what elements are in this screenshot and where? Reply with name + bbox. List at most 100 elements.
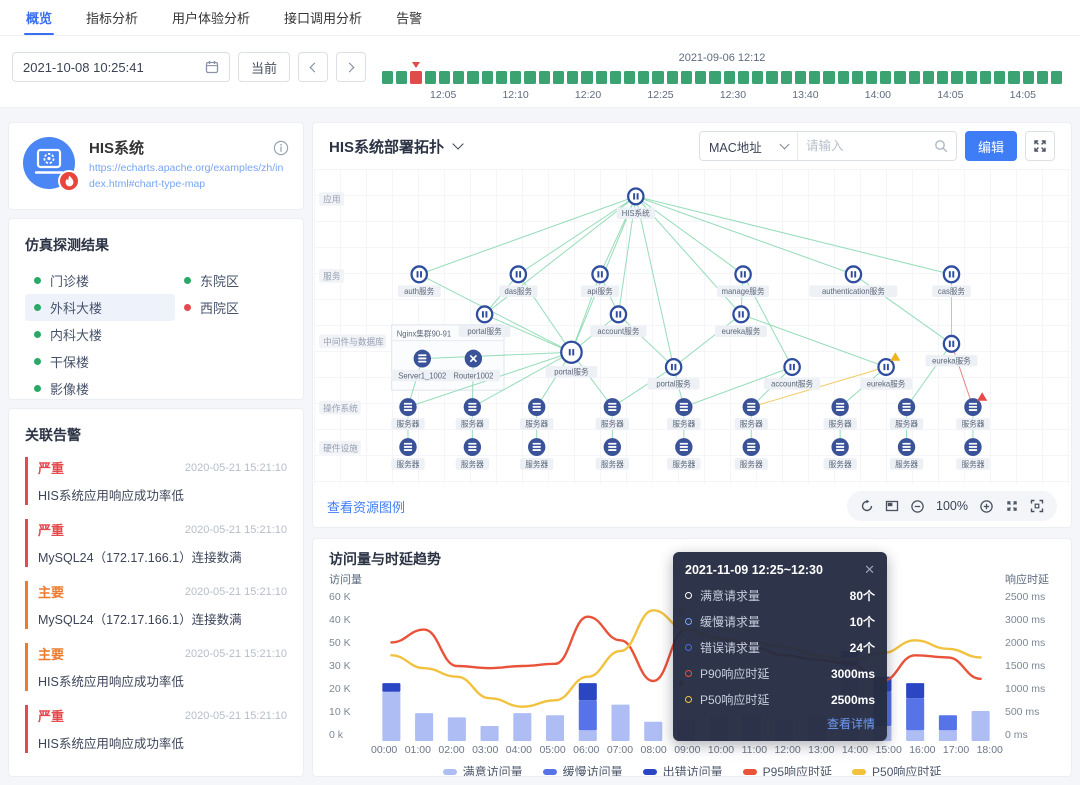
- topology-node[interactable]: 服务器: [823, 438, 856, 470]
- topology-node[interactable]: HIS系统: [617, 188, 655, 219]
- search-input[interactable]: [806, 139, 928, 153]
- topology-node[interactable]: 服务器: [735, 398, 768, 430]
- fullscreen-button[interactable]: [1025, 131, 1055, 161]
- topology-node[interactable]: 服务器: [391, 438, 424, 470]
- timeline-block[interactable]: [410, 71, 421, 84]
- next-button[interactable]: [336, 52, 366, 82]
- timeline-block[interactable]: [852, 71, 863, 84]
- timeline-block[interactable]: [581, 71, 592, 84]
- timeline-block[interactable]: [781, 71, 792, 84]
- legend-item[interactable]: P50响应时延: [852, 763, 941, 777]
- topology-node[interactable]: 服务器: [456, 438, 489, 470]
- topology-node[interactable]: authentication服务: [809, 266, 897, 297]
- simulation-item[interactable]: 外科大楼: [25, 294, 175, 321]
- topology-node[interactable]: api服务: [581, 266, 619, 297]
- tab-item[interactable]: 指标分析: [86, 0, 138, 35]
- tab-item[interactable]: 接口调用分析: [284, 0, 362, 35]
- alert-item[interactable]: 严重2020-05-21 15:21:10MySQL24（172.17.166.…: [25, 519, 287, 567]
- timeline-block[interactable]: [652, 71, 663, 84]
- topology-node[interactable]: 服务器: [456, 398, 489, 430]
- timeline-block[interactable]: [838, 71, 849, 84]
- timeline-block[interactable]: [752, 71, 763, 84]
- timeline-block[interactable]: [482, 71, 493, 84]
- zoom-out-icon[interactable]: [910, 499, 925, 514]
- topology-node[interactable]: 服务器: [956, 438, 989, 470]
- timeline-block[interactable]: [894, 71, 905, 84]
- topology-node[interactable]: portal服务: [648, 359, 700, 390]
- simulation-item[interactable]: 影像楼: [25, 375, 175, 402]
- topology-node[interactable]: 服务器: [667, 438, 700, 470]
- timeline-block[interactable]: [809, 71, 820, 84]
- timeline-block[interactable]: [724, 71, 735, 84]
- timeline-block[interactable]: [382, 71, 393, 84]
- expand-icon[interactable]: [1005, 499, 1019, 513]
- timeline-block[interactable]: [795, 71, 806, 84]
- timeline-block[interactable]: [596, 71, 607, 84]
- edit-button[interactable]: 编辑: [965, 131, 1017, 161]
- refresh-icon[interactable]: [860, 499, 874, 513]
- topology-node[interactable]: manage服务: [717, 266, 769, 297]
- search-type-select[interactable]: MAC地址: [700, 132, 798, 160]
- timeline-block[interactable]: [467, 71, 478, 84]
- prev-button[interactable]: [298, 52, 328, 82]
- datetime-input[interactable]: 2021-10-08 10:25:41: [12, 52, 230, 82]
- timeline-block[interactable]: [539, 71, 550, 84]
- topology-node[interactable]: 服务器: [596, 438, 629, 470]
- timeline-block[interactable]: [510, 71, 521, 84]
- timeline-block[interactable]: [396, 71, 407, 84]
- simulation-item[interactable]: 西院区: [175, 294, 287, 321]
- simulation-item[interactable]: 内科大楼: [25, 321, 175, 348]
- timeline-block[interactable]: [966, 71, 977, 84]
- info-icon[interactable]: [273, 140, 289, 156]
- topology-node[interactable]: 服务器: [890, 398, 923, 430]
- timeline-block[interactable]: [496, 71, 507, 84]
- alert-item[interactable]: 严重2020-05-21 15:21:10HIS系统应用响应成功率低: [25, 705, 287, 753]
- timeline-block[interactable]: [980, 71, 991, 84]
- alert-item[interactable]: 严重2020-05-21 15:21:10HIS系统应用响应成功率低: [25, 457, 287, 505]
- topology-node[interactable]: account服务: [590, 306, 646, 337]
- timeline-block[interactable]: [638, 71, 649, 84]
- timeline-block[interactable]: [439, 71, 450, 84]
- close-icon[interactable]: ✕: [864, 562, 875, 578]
- topology-node[interactable]: 服务器: [520, 398, 553, 430]
- legend-item[interactable]: 缓慢访问量: [543, 763, 623, 777]
- tooltip-detail-link[interactable]: 查看详情: [685, 715, 875, 732]
- legend-item[interactable]: 满意访问量: [443, 763, 523, 777]
- fit-screen-icon[interactable]: [1030, 499, 1044, 513]
- timeline-block[interactable]: [453, 71, 464, 84]
- tab-item[interactable]: 用户体验分析: [172, 0, 250, 35]
- timeline-block[interactable]: [1037, 71, 1048, 84]
- alert-item[interactable]: 主要2020-05-21 15:21:10HIS系统应用响应成功率低: [25, 643, 287, 691]
- topology-node[interactable]: 服务器: [520, 438, 553, 470]
- topology-node[interactable]: eureka服务: [715, 306, 767, 337]
- timeline-block[interactable]: [951, 71, 962, 84]
- timeline-block[interactable]: [695, 71, 706, 84]
- zoom-in-icon[interactable]: [979, 499, 994, 514]
- minimap-icon[interactable]: [885, 499, 899, 513]
- timeline-block[interactable]: [738, 71, 749, 84]
- timeline-block[interactable]: [567, 71, 578, 84]
- timeline-block[interactable]: [1051, 71, 1062, 84]
- timeline-block[interactable]: [553, 71, 564, 84]
- alert-item[interactable]: 主要2020-05-21 15:21:10MySQL24（172.17.166.…: [25, 581, 287, 629]
- timeline-block[interactable]: [909, 71, 920, 84]
- timeline-block[interactable]: [681, 71, 692, 84]
- topology-node[interactable]: 服务器: [890, 438, 923, 470]
- timeline-block[interactable]: [524, 71, 535, 84]
- tab-active[interactable]: 概览: [26, 0, 52, 35]
- timeline-block[interactable]: [1023, 71, 1034, 84]
- application-url-link[interactable]: https://echarts.apache.org/examples/zh/i…: [89, 161, 289, 193]
- timeline-block[interactable]: [1008, 71, 1019, 84]
- topology-node[interactable]: 服务器: [823, 398, 856, 430]
- tab-item[interactable]: 告警: [396, 0, 422, 35]
- timeline-block[interactable]: [667, 71, 678, 84]
- topology-node[interactable]: eureka服务: [860, 352, 912, 389]
- timeline-block[interactable]: [624, 71, 635, 84]
- timeline-block[interactable]: [937, 71, 948, 84]
- timeline-block[interactable]: [610, 71, 621, 84]
- topology-node[interactable]: eureka服务: [926, 336, 978, 367]
- topology-node[interactable]: 服务器: [596, 398, 629, 430]
- current-button[interactable]: 当前: [238, 52, 290, 82]
- search-icon[interactable]: [934, 139, 948, 153]
- topology-title-dropdown[interactable]: HIS系统部署拓扑: [329, 136, 462, 157]
